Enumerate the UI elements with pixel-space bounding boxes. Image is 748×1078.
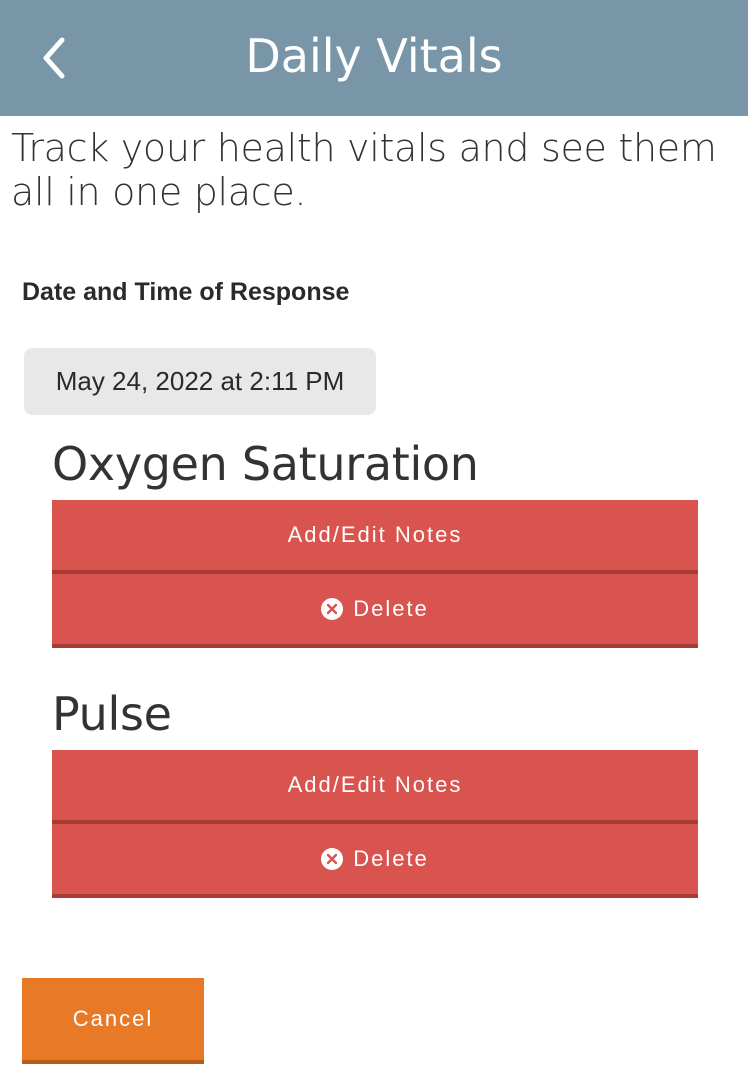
cancel-label: Cancel: [72, 1006, 154, 1031]
delete-button-pulse[interactable]: Delete: [52, 824, 698, 898]
add-edit-notes-button-pulse[interactable]: Add/Edit Notes: [52, 750, 698, 824]
delete-label: Delete: [353, 596, 429, 621]
add-edit-notes-label: Add/Edit Notes: [287, 522, 463, 547]
page-title: Daily Vitals: [245, 29, 503, 83]
close-circle-icon: [321, 848, 344, 870]
date-time-picker[interactable]: May 24, 2022 at 2:11 PM: [24, 348, 376, 415]
close-circle-icon: [321, 598, 344, 620]
intro-text: Track your health vitals and see them al…: [11, 126, 717, 214]
add-edit-notes-label: Add/Edit Notes: [287, 772, 463, 797]
add-edit-notes-button-oxygen-saturation[interactable]: Add/Edit Notes: [52, 500, 698, 574]
vital-title-pulse: Pulse: [52, 687, 172, 741]
app-header: Daily Vitals: [0, 0, 748, 116]
delete-button-oxygen-saturation[interactable]: Delete: [52, 574, 698, 648]
delete-label: Delete: [353, 846, 429, 871]
date-time-label: Date and Time of Response: [22, 278, 350, 306]
cancel-button[interactable]: Cancel: [22, 978, 204, 1064]
vital-title-oxygen-saturation: Oxygen Saturation: [52, 437, 479, 491]
